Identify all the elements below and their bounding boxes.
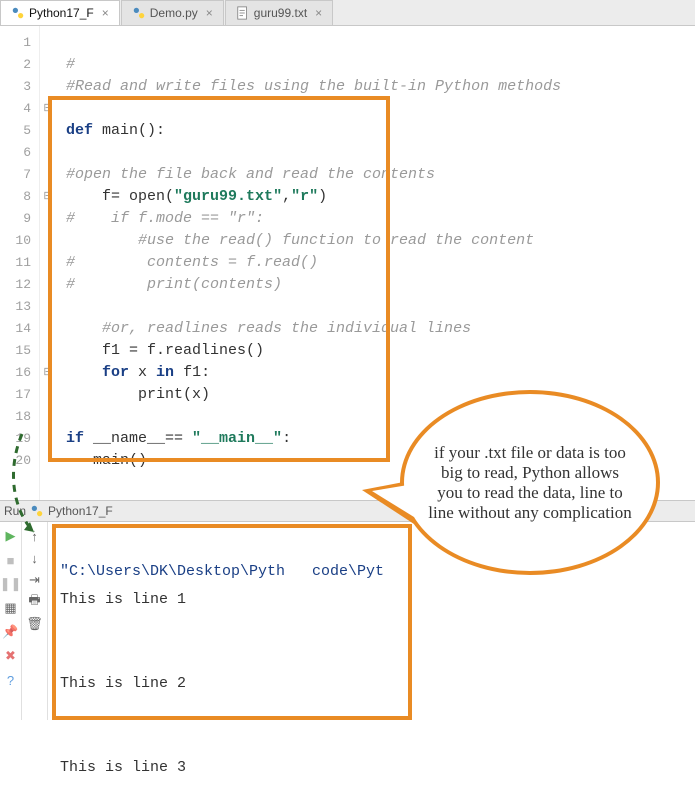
close-icon[interactable]: × (206, 6, 213, 20)
pause-icon[interactable]: ❚❚ (3, 576, 19, 592)
tab-label: Demo.py (150, 6, 198, 20)
help-icon[interactable]: ? (3, 672, 19, 688)
scroll-up-icon[interactable]: ↑ (27, 528, 43, 544)
console-toolbar-left: ▶ ■ ❚❚ ▦ 📌 ✖ ? (0, 522, 22, 720)
line-number-gutter: 1234567891011121314151617181920 (0, 26, 40, 500)
close-icon[interactable]: × (102, 6, 109, 20)
output-line: This is line 3 (60, 759, 186, 776)
annotation-callout: if your .txt file or data is too big to … (400, 390, 660, 575)
python-file-icon (30, 504, 44, 518)
callout-text: if your .txt file or data is too big to … (428, 443, 632, 523)
close-icon[interactable]: ✖ (3, 648, 19, 664)
tab-guru99[interactable]: guru99.txt × (225, 0, 333, 25)
scroll-down-icon[interactable]: ↓ (27, 550, 43, 566)
fold-column: ⊟⊟⊟ (40, 26, 56, 500)
layout-icon[interactable]: ▦ (3, 600, 19, 616)
stop-icon[interactable]: ■ (3, 552, 19, 568)
soft-wrap-icon[interactable]: ⇥ (27, 572, 43, 588)
pin-icon[interactable]: 📌 (3, 624, 19, 640)
python-file-icon (11, 6, 25, 20)
tab-bar: Python17_F × Demo.py × guru99.txt × (0, 0, 695, 26)
python-file-icon (132, 6, 146, 20)
text-file-icon (236, 6, 250, 20)
tab-label: guru99.txt (254, 6, 307, 20)
tab-python17[interactable]: Python17_F × (0, 0, 120, 25)
print-icon[interactable]: 🖶 (27, 594, 43, 610)
output-line: This is line 2 (60, 675, 186, 692)
callout-tail (372, 484, 414, 517)
command-line: "C:\Users\DK\Desktop\Pyth code\Pyt (60, 563, 384, 580)
clear-icon[interactable]: 🗑 (27, 616, 43, 632)
tab-label: Python17_F (29, 6, 94, 20)
run-icon[interactable]: ▶ (3, 528, 19, 544)
run-target: Python17_F (48, 504, 113, 518)
output-line: This is line 1 (60, 591, 186, 608)
console-toolbar-right: ↑ ↓ ⇥ 🖶 🗑 (22, 522, 48, 720)
tab-demo[interactable]: Demo.py × (121, 0, 224, 25)
run-label: Run (4, 504, 26, 518)
close-icon[interactable]: × (315, 6, 322, 20)
